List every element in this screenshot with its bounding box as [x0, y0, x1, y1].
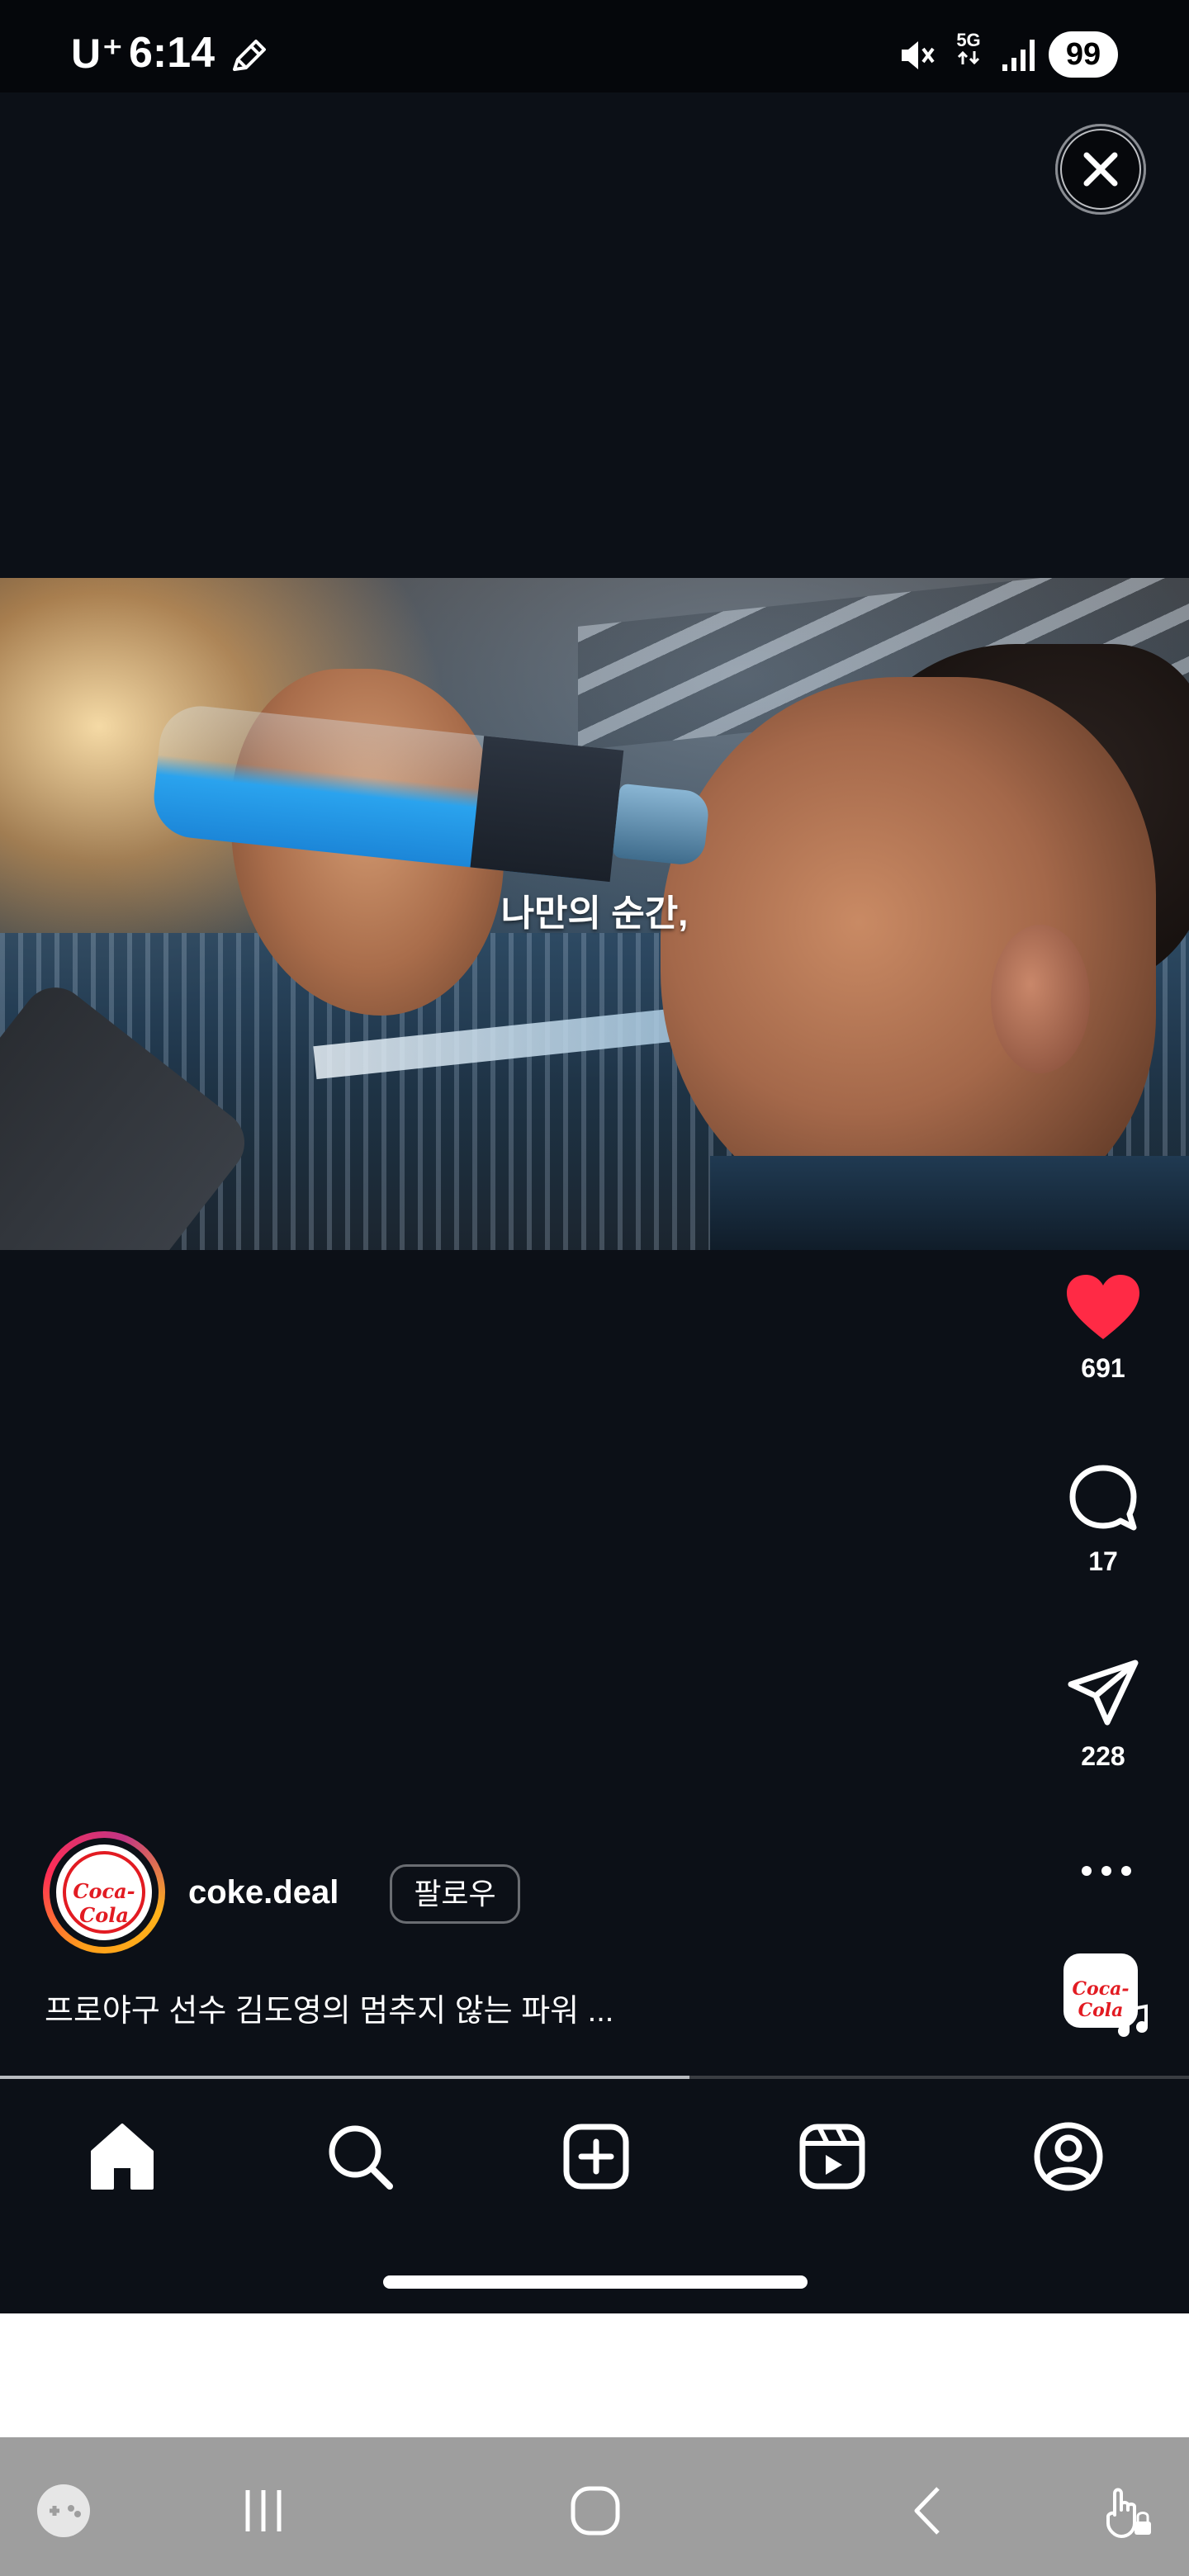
like-count: 691 — [1081, 1353, 1125, 1383]
gamepad-icon[interactable] — [35, 2482, 92, 2540]
avatar-logo-text: Coca-Cola — [73, 1879, 135, 1927]
music-note-icon — [1118, 2004, 1148, 2037]
touch-lock-icon[interactable] — [1097, 2482, 1154, 2540]
username[interactable]: coke.deal — [188, 1874, 339, 1911]
story-ring[interactable]: Coca-Cola — [43, 1831, 165, 1953]
share-action[interactable]: 228 — [1054, 1656, 1153, 1772]
more-options-icon[interactable] — [1073, 1854, 1139, 1887]
search-icon[interactable] — [319, 2115, 401, 2198]
avatar[interactable]: Coca-Cola — [56, 1844, 152, 1940]
follow-button[interactable]: 팔로우 — [390, 1864, 520, 1924]
battery-indicator: 99 — [1049, 31, 1118, 78]
player-face — [661, 677, 1156, 1222]
network-label: 5G — [956, 30, 981, 50]
data-arrows-icon — [957, 50, 980, 65]
signal-icon — [1002, 40, 1035, 71]
gesture-home-indicator[interactable] — [383, 2275, 808, 2289]
like-action[interactable]: 691 — [1054, 1271, 1153, 1384]
pencil-icon — [233, 40, 266, 71]
close-icon — [1083, 152, 1118, 187]
close-button[interactable] — [1055, 124, 1146, 215]
video-subtitle: 나만의 순간, — [500, 893, 689, 934]
reels-viewer: U⁺ 6:14 5G 99 나만의 순간, 691 17 228 Coca-Co… — [0, 0, 1189, 2313]
clock: 6:14 — [129, 29, 216, 77]
bottle-neck — [612, 783, 711, 867]
mute-icon — [902, 41, 935, 69]
home-icon[interactable] — [81, 2115, 163, 2198]
player-ear — [991, 925, 1090, 1073]
system-nav-bar — [0, 2437, 1189, 2576]
create-icon[interactable] — [555, 2115, 637, 2198]
heart-icon[interactable] — [1063, 1271, 1143, 1342]
share-count: 228 — [1081, 1741, 1125, 1771]
send-icon[interactable] — [1066, 1656, 1140, 1731]
carrier-label: U⁺ — [71, 31, 125, 77]
recent-apps-icon[interactable] — [234, 2482, 292, 2540]
player-collar — [710, 1156, 1189, 1250]
comment-action[interactable]: 17 — [1054, 1461, 1153, 1577]
comment-count: 17 — [1088, 1546, 1118, 1576]
network-type: 5G — [950, 31, 988, 69]
bottle-label — [470, 736, 624, 883]
comment-icon[interactable] — [1066, 1461, 1140, 1536]
status-bar: U⁺ 6:14 5G 99 — [0, 0, 1189, 92]
bottom-nav — [0, 2079, 1189, 2228]
reels-icon[interactable] — [791, 2115, 874, 2198]
profile-icon[interactable] — [1027, 2115, 1110, 2198]
video-player[interactable]: 나만의 순간, — [0, 578, 1189, 1250]
avatar-frame: Coca-Cola — [50, 1838, 159, 1947]
home-button-icon[interactable] — [566, 2482, 624, 2540]
back-icon[interactable] — [900, 2482, 958, 2540]
post-caption[interactable]: 프로야구 선수 김도영의 멈추지 않는 파워 ... — [45, 1985, 613, 2030]
